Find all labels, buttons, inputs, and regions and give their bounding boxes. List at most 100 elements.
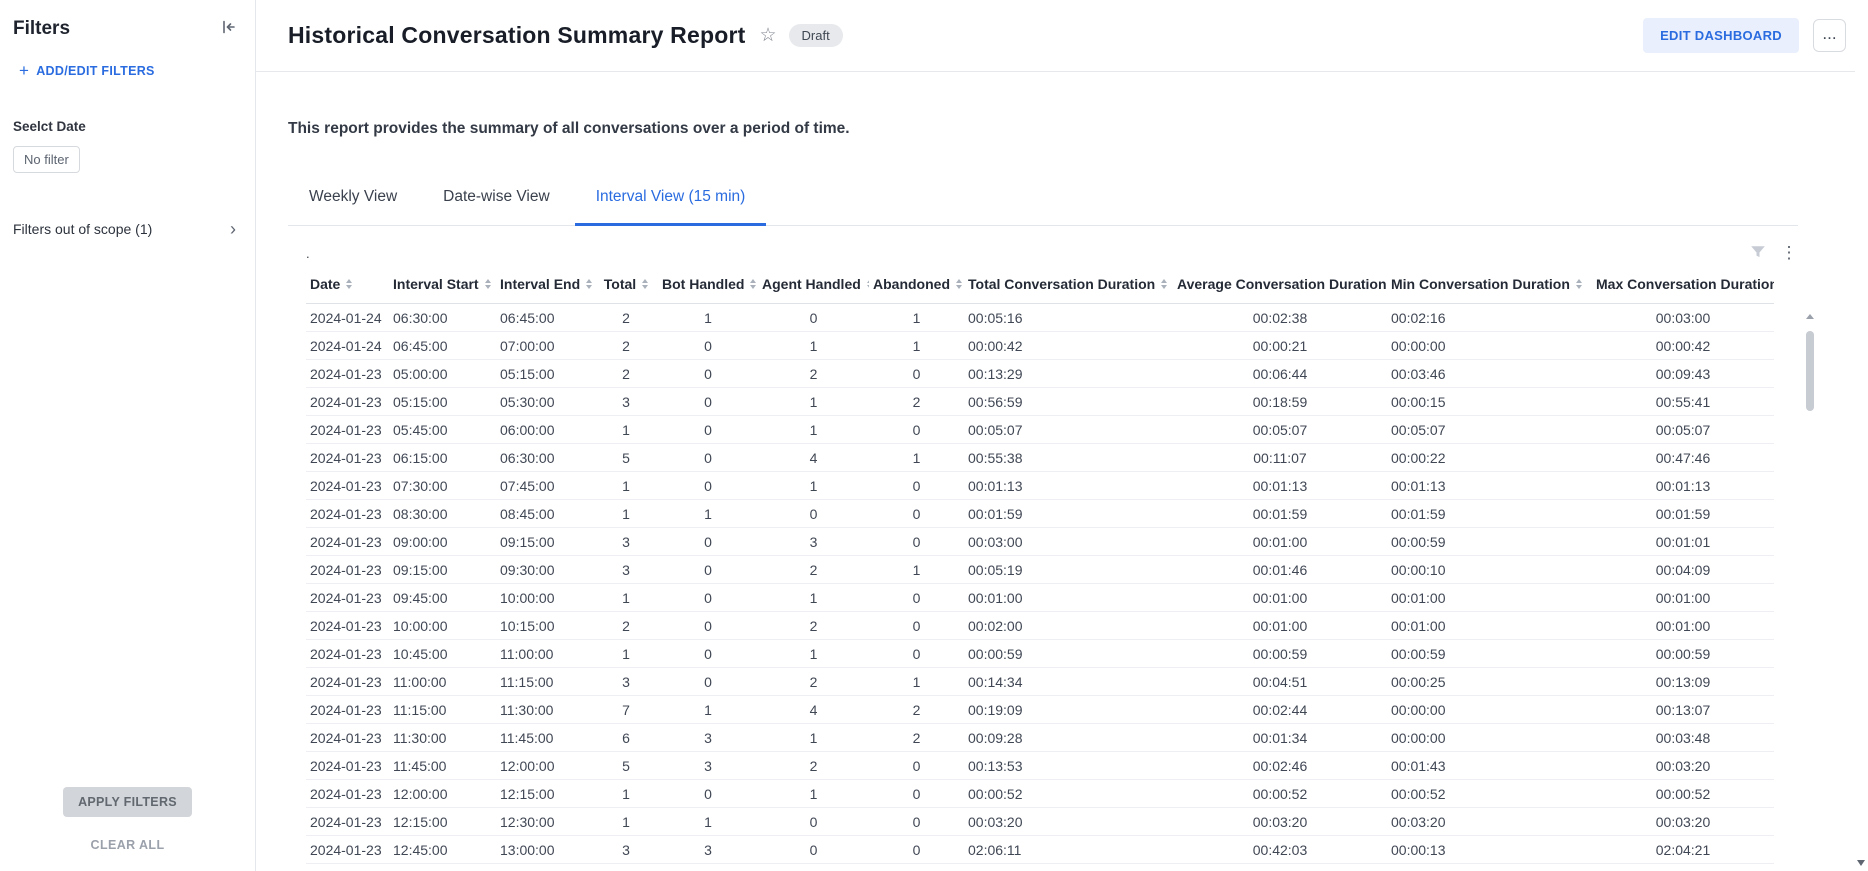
column-header-interval-start[interactable]: Interval Start	[389, 270, 496, 304]
table-cell: 0	[758, 500, 869, 528]
sidebar-header: Filters	[0, 0, 255, 41]
table-cell: 0	[658, 444, 758, 472]
add-edit-filters-label: ADD/EDIT FILTERS	[36, 64, 154, 78]
table-cell: 1	[658, 500, 758, 528]
table-cell: 00:01:59	[1387, 500, 1592, 528]
table-cell: 1	[658, 808, 758, 836]
table-cell: 00:00:21	[1173, 332, 1387, 360]
sort-icon[interactable]	[750, 279, 756, 289]
table-cell: 05:15:00	[496, 360, 594, 388]
tab-interval-view[interactable]: Interval View (15 min)	[575, 188, 767, 226]
table-cell: 2024-01-23	[306, 472, 389, 500]
sort-icon[interactable]	[867, 279, 869, 289]
table-scrollbar-thumb[interactable]	[1806, 331, 1814, 411]
filter-value-chip[interactable]: No filter	[13, 146, 80, 173]
table-cell: 00:00:00	[964, 864, 1173, 871]
table-body: 2024-01-2406:30:0006:45:00210100:05:1600…	[306, 304, 1774, 871]
table-cell: 05:45:00	[389, 416, 496, 444]
favorite-star-icon[interactable]: ☆	[760, 24, 777, 47]
table-cell: 00:09:43	[1592, 360, 1774, 388]
table-filter-button[interactable]	[1748, 242, 1768, 265]
table-cell: 09:15:00	[389, 556, 496, 584]
table-cell: 1	[758, 472, 869, 500]
table-cell: 07:45:00	[496, 472, 594, 500]
table-cell: 00:00:10	[1387, 556, 1592, 584]
table-cell: 1	[594, 780, 658, 808]
sort-icon[interactable]	[1576, 279, 1582, 289]
sort-icon[interactable]	[346, 279, 352, 289]
table-row: 2024-01-2312:15:0012:30:00110000:03:2000…	[306, 808, 1774, 836]
table-cell: 3	[594, 836, 658, 864]
table-cell: 00:03:48	[1592, 724, 1774, 752]
table-row: 2024-01-2306:15:0006:30:00504100:55:3800…	[306, 444, 1774, 472]
table-menu-button[interactable]: ⋮	[1780, 243, 1798, 263]
table-cell: 12:45:00	[389, 836, 496, 864]
sort-icon[interactable]	[642, 279, 648, 289]
filters-out-of-scope-row[interactable]: Filters out of scope (1) ›	[13, 221, 242, 237]
table-cell: 0	[869, 472, 964, 500]
table-cell: 1	[869, 668, 964, 696]
table-cell: 2	[594, 304, 658, 332]
table-cell: 00:00:52	[1173, 780, 1387, 808]
table-cell: 00:00:00	[1592, 864, 1774, 871]
table-cell: 00:05:16	[964, 304, 1173, 332]
sort-icon[interactable]	[1161, 279, 1167, 289]
filters-title: Filters	[13, 18, 70, 40]
table-cell: 2024-01-23	[306, 416, 389, 444]
table-cell: 06:45:00	[389, 332, 496, 360]
table-cell: 00:01:43	[1387, 752, 1592, 780]
scrollbar-down-arrow-icon[interactable]	[1857, 860, 1865, 866]
table-cell: 00:00:42	[964, 332, 1173, 360]
table-cell: 12:15:00	[496, 780, 594, 808]
edit-dashboard-button[interactable]: EDIT DASHBOARD	[1643, 18, 1799, 53]
apply-filters-button[interactable]: APPLY FILTERS	[63, 787, 192, 817]
column-header-date[interactable]: Date	[306, 270, 389, 304]
tab-date-wise-view[interactable]: Date-wise View	[422, 188, 571, 226]
plus-icon: +	[19, 65, 29, 77]
table-cell: 00:01:34	[1173, 724, 1387, 752]
column-header-average-duration[interactable]: Average Conversation Duration	[1173, 270, 1387, 304]
sort-icon[interactable]	[485, 279, 491, 289]
table-cell: 1	[758, 416, 869, 444]
table-cell: 12:00:00	[389, 780, 496, 808]
table-cell: 00:00:13	[1387, 836, 1592, 864]
table-row: 2024-01-2310:45:0011:00:00101000:00:5900…	[306, 640, 1774, 668]
column-header-interval-end[interactable]: Interval End	[496, 270, 594, 304]
column-header-agent-handled[interactable]: Agent Handled	[758, 270, 869, 304]
sort-icon[interactable]	[956, 279, 962, 289]
page-scrollbar[interactable]	[1855, 0, 1868, 871]
table-cell: 0	[658, 332, 758, 360]
table-cell: 00:03:20	[1387, 808, 1592, 836]
column-header-abandoned[interactable]: Abandoned	[869, 270, 964, 304]
table-cell: 1	[594, 416, 658, 444]
table-cell: 1	[869, 304, 964, 332]
table-cell: 12:15:00	[389, 808, 496, 836]
table-scrollbar[interactable]	[1806, 314, 1814, 871]
tab-weekly-view[interactable]: Weekly View	[288, 188, 418, 226]
table-cell: 00:02:46	[1173, 752, 1387, 780]
column-header-total-duration[interactable]: Total Conversation Duration	[964, 270, 1173, 304]
add-edit-filters-button[interactable]: + ADD/EDIT FILTERS	[13, 63, 161, 79]
table-row: 2024-01-2305:15:0005:30:00301200:56:5900…	[306, 388, 1774, 416]
view-tabs: Weekly View Date-wise View Interval View…	[288, 188, 1798, 226]
table-cell: 00:04:09	[1592, 556, 1774, 584]
table-cell: 10:00:00	[389, 612, 496, 640]
table-cell: 3	[594, 528, 658, 556]
column-header-min-duration[interactable]: Min Conversation Duration	[1387, 270, 1592, 304]
table-cell: 0	[658, 472, 758, 500]
table-cell: 2024-01-23	[306, 444, 389, 472]
more-options-button[interactable]: ...	[1813, 19, 1846, 52]
scrollbar-up-arrow-icon[interactable]	[1806, 314, 1814, 319]
clear-all-button[interactable]: CLEAR ALL	[85, 837, 171, 853]
collapse-sidebar-button[interactable]	[217, 16, 239, 41]
table-cell: 2	[758, 612, 869, 640]
column-label: Agent Handled	[762, 276, 861, 292]
table-cell: 1	[869, 332, 964, 360]
table-cell: 00:01:59	[1592, 500, 1774, 528]
column-header-max-duration[interactable]: Max Conversation Duration	[1592, 270, 1774, 304]
sort-icon[interactable]	[586, 279, 592, 289]
column-header-total[interactable]: Total	[594, 270, 658, 304]
table-cell: 07:30:00	[389, 472, 496, 500]
column-header-bot-handled[interactable]: Bot Handled	[658, 270, 758, 304]
table-cell: 00:19:09	[964, 696, 1173, 724]
